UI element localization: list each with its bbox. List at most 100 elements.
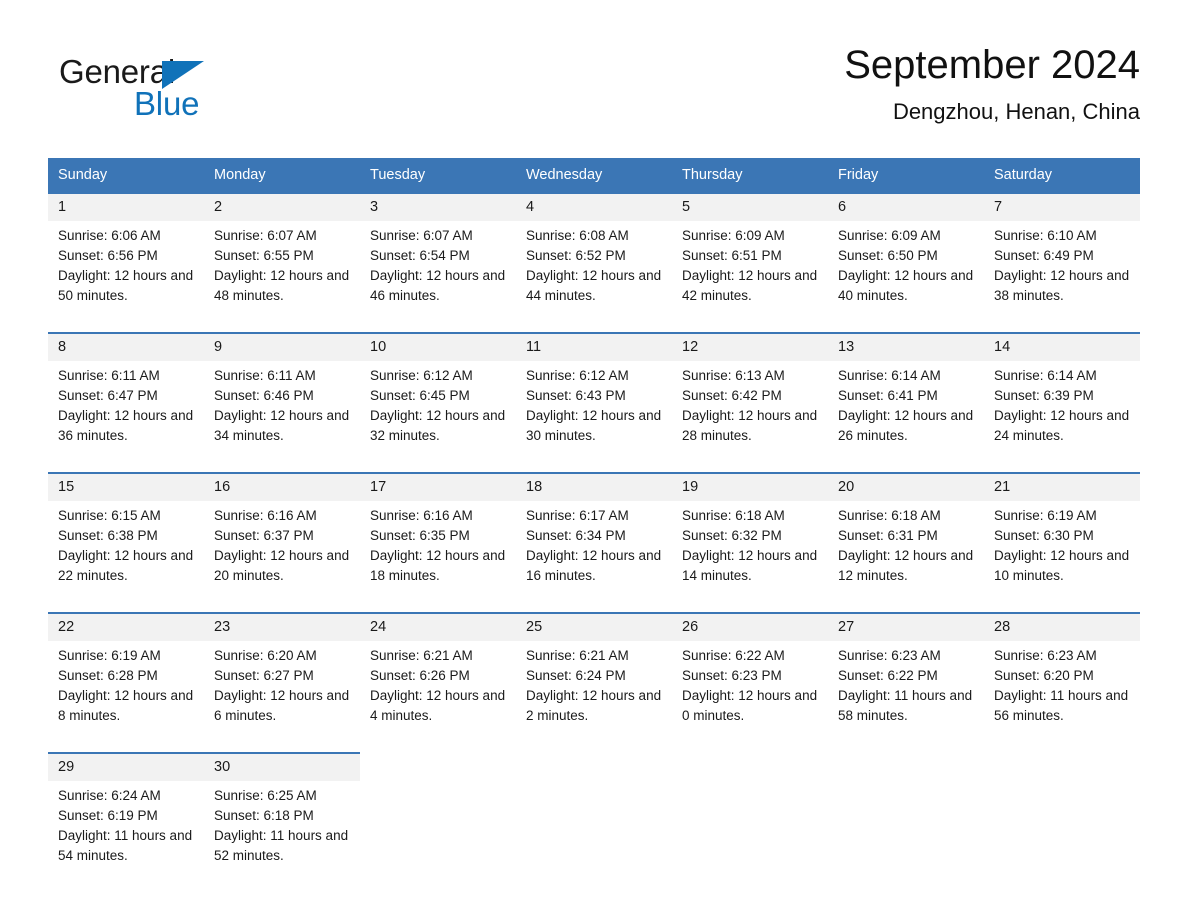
sunset-text: Sunset: 6:47 PM	[58, 388, 158, 403]
daylight-text: Daylight: 12 hours and 44 minutes.	[526, 268, 662, 303]
day-details: Sunrise: 6:07 AM Sunset: 6:55 PM Daylight:…	[204, 221, 360, 318]
sunset-text: Sunset: 6:56 PM	[58, 248, 158, 263]
day-number-empty	[360, 753, 516, 781]
day-number[interactable]: 22	[48, 612, 204, 641]
day-number[interactable]: 7	[984, 192, 1140, 221]
day-number[interactable]: 24	[360, 612, 516, 641]
day-details: Sunrise: 6:23 AM Sunset: 6:22 PM Daylight:…	[828, 641, 984, 738]
day-details: Sunrise: 6:14 AM Sunset: 6:41 PM Daylight:…	[828, 361, 984, 458]
daylight-text: Daylight: 12 hours and 10 minutes.	[994, 548, 1130, 583]
day-number[interactable]: 26	[672, 612, 828, 641]
day-number[interactable]: 21	[984, 472, 1140, 501]
daylight-text: Daylight: 11 hours and 56 minutes.	[994, 688, 1129, 723]
sunrise-text: Sunrise: 6:11 AM	[214, 368, 316, 383]
sunrise-text: Sunrise: 6:13 AM	[682, 368, 785, 383]
title-block: September 2024 Dengzhou, Henan, China	[844, 40, 1140, 125]
sunrise-text: Sunrise: 6:12 AM	[526, 368, 629, 383]
location-subtitle: Dengzhou, Henan, China	[892, 99, 1140, 124]
sunset-text: Sunset: 6:20 PM	[994, 668, 1094, 683]
day-number[interactable]: 12	[672, 332, 828, 361]
daylight-text: Daylight: 12 hours and 36 minutes.	[58, 408, 194, 443]
day-number[interactable]: 10	[360, 332, 516, 361]
weekday-header-row: Sunday Monday Tuesday Wednesday Thursday…	[48, 158, 1140, 193]
day-number[interactable]: 13	[828, 332, 984, 361]
day-number[interactable]: 6	[828, 192, 984, 221]
day-number[interactable]: 18	[516, 472, 672, 501]
sunset-text: Sunset: 6:54 PM	[370, 248, 470, 263]
day-details: Sunrise: 6:18 AM Sunset: 6:32 PM Daylight:…	[672, 501, 828, 598]
sunset-text: Sunset: 6:26 PM	[370, 668, 470, 683]
sunrise-text: Sunrise: 6:08 AM	[526, 228, 629, 243]
week-spacer	[48, 598, 1140, 613]
week-spacer	[48, 738, 1140, 753]
week-spacer-cell	[48, 318, 1140, 333]
day-details: Sunrise: 6:23 AM Sunset: 6:20 PM Daylight:…	[984, 641, 1140, 738]
sunrise-text: Sunrise: 6:09 AM	[838, 228, 941, 243]
sunset-text: Sunset: 6:23 PM	[682, 668, 782, 683]
sunrise-text: Sunrise: 6:11 AM	[58, 368, 160, 383]
day-number[interactable]: 23	[204, 612, 360, 641]
sunrise-text: Sunrise: 6:21 AM	[370, 648, 473, 663]
day-details: Sunrise: 6:09 AM Sunset: 6:51 PM Daylight:…	[672, 221, 828, 318]
day-details: Sunrise: 6:11 AM Sunset: 6:47 PM Daylight:…	[48, 361, 204, 458]
table-row: Sunrise: 6:24 AM Sunset: 6:19 PM Daylight:…	[48, 781, 1140, 878]
sunset-text: Sunset: 6:22 PM	[838, 668, 938, 683]
sunset-text: Sunset: 6:49 PM	[994, 248, 1094, 263]
sunset-text: Sunset: 6:37 PM	[214, 528, 314, 543]
day-number[interactable]: 1	[48, 192, 204, 221]
day-number[interactable]: 28	[984, 612, 1140, 641]
sunset-text: Sunset: 6:31 PM	[838, 528, 938, 543]
day-number[interactable]: 9	[204, 332, 360, 361]
day-number[interactable]: 11	[516, 332, 672, 361]
day-number[interactable]: 3	[360, 192, 516, 221]
day-number[interactable]: 20	[828, 472, 984, 501]
sunset-text: Sunset: 6:18 PM	[214, 808, 314, 823]
day-details-empty	[828, 781, 984, 878]
sunset-text: Sunset: 6:42 PM	[682, 388, 782, 403]
daylight-text: Daylight: 12 hours and 8 minutes.	[58, 688, 194, 723]
weekday-header-sunday: Sunday	[48, 158, 204, 193]
daylight-text: Daylight: 12 hours and 18 minutes.	[370, 548, 506, 583]
week-spacer	[48, 318, 1140, 333]
day-details: Sunrise: 6:15 AM Sunset: 6:38 PM Daylight:…	[48, 501, 204, 598]
day-number[interactable]: 8	[48, 332, 204, 361]
day-number[interactable]: 27	[828, 612, 984, 641]
day-details: Sunrise: 6:18 AM Sunset: 6:31 PM Daylight:…	[828, 501, 984, 598]
daylight-text: Daylight: 11 hours and 52 minutes.	[214, 828, 349, 863]
sunset-text: Sunset: 6:32 PM	[682, 528, 782, 543]
sunset-text: Sunset: 6:24 PM	[526, 668, 626, 683]
day-number[interactable]: 19	[672, 472, 828, 501]
weekday-header-friday: Friday	[828, 158, 984, 193]
day-number-empty	[828, 753, 984, 781]
sunset-text: Sunset: 6:28 PM	[58, 668, 158, 683]
day-number[interactable]: 2	[204, 192, 360, 221]
day-details-empty	[360, 781, 516, 878]
sunset-text: Sunset: 6:52 PM	[526, 248, 626, 263]
calendar-table: Sunday Monday Tuesday Wednesday Thursday…	[48, 158, 1140, 878]
daylight-text: Daylight: 12 hours and 42 minutes.	[682, 268, 818, 303]
sunset-text: Sunset: 6:46 PM	[214, 388, 314, 403]
day-number[interactable]: 17	[360, 472, 516, 501]
sunrise-text: Sunrise: 6:15 AM	[58, 508, 161, 523]
day-number[interactable]: 25	[516, 612, 672, 641]
week-spacer-cell	[48, 738, 1140, 753]
daylight-text: Daylight: 11 hours and 58 minutes.	[838, 688, 973, 723]
day-number[interactable]: 14	[984, 332, 1140, 361]
table-row: Sunrise: 6:19 AM Sunset: 6:28 PM Daylight:…	[48, 641, 1140, 738]
sunset-text: Sunset: 6:34 PM	[526, 528, 626, 543]
general-blue-logo[interactable]: General Blue	[59, 53, 299, 125]
sunrise-text: Sunrise: 6:23 AM	[994, 648, 1097, 663]
sunrise-text: Sunrise: 6:10 AM	[994, 228, 1097, 243]
sunrise-text: Sunrise: 6:18 AM	[838, 508, 941, 523]
daylight-text: Daylight: 11 hours and 54 minutes.	[58, 828, 193, 863]
day-number[interactable]: 29	[48, 752, 204, 781]
day-number[interactable]: 30	[204, 752, 360, 781]
day-number[interactable]: 4	[516, 192, 672, 221]
day-details: Sunrise: 6:08 AM Sunset: 6:52 PM Daylight:…	[516, 221, 672, 318]
day-number[interactable]: 15	[48, 472, 204, 501]
day-number[interactable]: 5	[672, 192, 828, 221]
table-row: 29 30	[48, 752, 1140, 781]
sunrise-text: Sunrise: 6:23 AM	[838, 648, 941, 663]
sunrise-text: Sunrise: 6:16 AM	[370, 508, 473, 523]
day-number[interactable]: 16	[204, 472, 360, 501]
